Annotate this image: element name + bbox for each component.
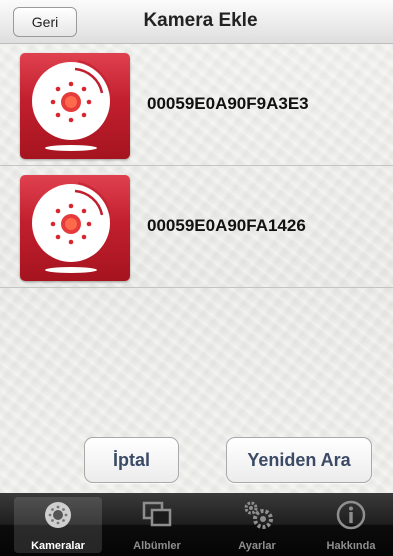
camera-row[interactable]: 00059E0A90FA1426 <box>0 166 393 288</box>
tab-label: Albümler <box>133 540 181 552</box>
navigation-bar: Kamera Ekle Geri <box>0 0 393 44</box>
albums-icon <box>142 501 172 527</box>
rescan-button[interactable]: Yeniden Ara <box>226 437 372 483</box>
info-icon <box>336 500 366 530</box>
camera-id: 00059E0A90FA1426 <box>147 216 306 235</box>
gears-icon <box>244 501 273 529</box>
camera-icon <box>45 502 71 528</box>
camera-id: 00059E0A90F9A3E3 <box>147 94 309 113</box>
tab-label: Hakkında <box>326 540 376 552</box>
tab-label: Kameralar <box>31 540 85 552</box>
tab-label: Ayarlar <box>238 540 276 552</box>
camera-icon <box>20 53 130 159</box>
camera-row[interactable]: 00059E0A90F9A3E3 <box>0 44 393 166</box>
tab-about[interactable]: Hakkında <box>307 497 393 553</box>
back-button[interactable]: Geri <box>13 7 77 37</box>
tab-bar: Kameralar Albümler Ayarlar Hakkında <box>0 493 393 556</box>
tab-settings[interactable]: Ayarlar <box>213 497 301 553</box>
camera-list: 00059E0A90F9A3E3 00059E0A90FA1426 <box>0 44 393 288</box>
tab-albums[interactable]: Albümler <box>113 497 201 553</box>
cancel-button[interactable]: İptal <box>84 437 179 483</box>
tab-cameras[interactable]: Kameralar <box>14 497 102 553</box>
camera-icon <box>20 175 130 281</box>
